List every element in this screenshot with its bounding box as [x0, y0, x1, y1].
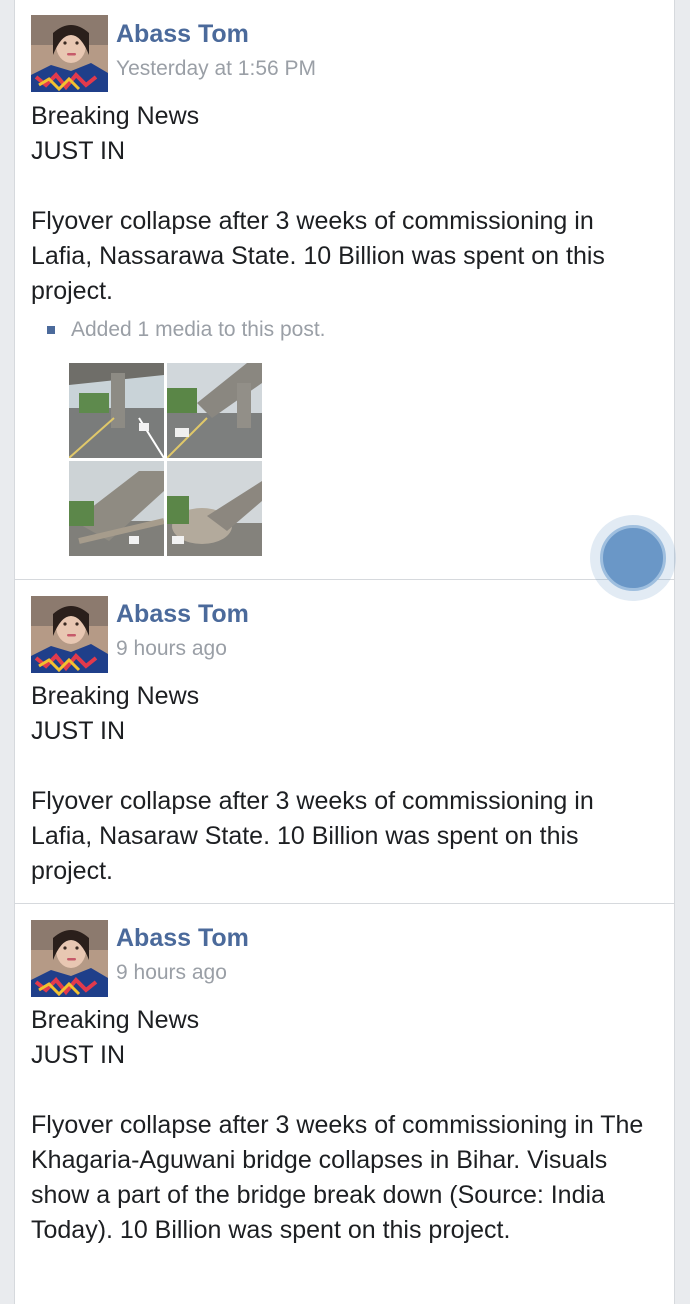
bridge-photo [167, 363, 262, 458]
post-line-just-in: JUST IN [31, 1041, 125, 1069]
post-line-breaking-news: Breaking News [31, 682, 200, 710]
post-timestamp[interactable]: 9 hours ago [116, 637, 227, 661]
post-timestamp[interactable]: Yesterday at 1:56 PM [116, 57, 316, 81]
bullet-icon [47, 326, 55, 335]
floating-action-button[interactable] [600, 525, 666, 591]
photo-thumbnail[interactable] [167, 461, 262, 556]
post-line-just-in: JUST IN [31, 137, 125, 165]
post-line-breaking-news: Breaking News [31, 1006, 200, 1034]
post-line-just-in: JUST IN [31, 717, 125, 745]
profile-photo [31, 15, 108, 92]
post-text: Flyover collapse after 3 weeks of commis… [31, 787, 594, 885]
avatar[interactable] [31, 596, 108, 673]
photo-thumbnail[interactable] [69, 363, 164, 458]
media-note-text: Added 1 media to this post. [71, 318, 326, 341]
profile-photo [31, 920, 108, 997]
author-name[interactable]: Abass Tom [116, 924, 249, 953]
avatar[interactable] [31, 15, 108, 92]
post-card: Abass Tom 9 hours ago Breaking News JUST… [14, 904, 675, 1304]
author-name[interactable]: Abass Tom [116, 600, 249, 629]
post-text: Flyover collapse after 3 weeks of commis… [31, 1111, 644, 1244]
photo-grid [69, 363, 262, 556]
bridge-photo [167, 461, 262, 556]
profile-photo [31, 596, 108, 673]
post-timestamp[interactable]: 9 hours ago [116, 961, 227, 985]
post-body: Breaking News JUST IN Flyover collapse a… [31, 1003, 654, 1248]
bridge-photo [69, 363, 164, 458]
post-card: Abass Tom 9 hours ago Breaking News JUST… [14, 580, 675, 903]
post-card: Abass Tom Yesterday at 1:56 PM Breaking … [14, 0, 675, 579]
post-body: Breaking News JUST IN Flyover collapse a… [31, 99, 654, 309]
post-text: Flyover collapse after 3 weeks of commis… [31, 207, 605, 305]
media-note: Added 1 media to this post. [45, 318, 326, 342]
author-name[interactable]: Abass Tom [116, 20, 249, 49]
post-body: Breaking News JUST IN Flyover collapse a… [31, 679, 654, 889]
photo-thumbnail[interactable] [167, 363, 262, 458]
avatar[interactable] [31, 920, 108, 997]
photo-thumbnail[interactable] [69, 461, 164, 556]
bridge-photo [69, 461, 164, 556]
post-line-breaking-news: Breaking News [31, 102, 200, 130]
